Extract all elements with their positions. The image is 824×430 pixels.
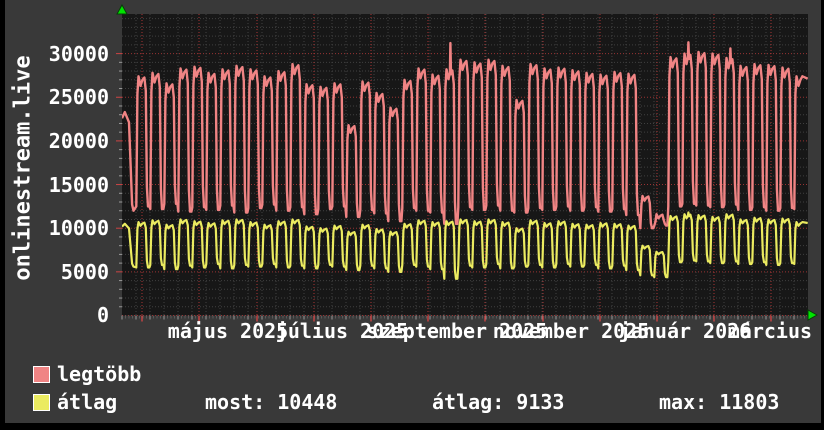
y-tick-label: 5000 (60, 260, 109, 284)
y-tick-label: 25000 (48, 85, 109, 109)
x-tick-label: március 2026 (727, 319, 824, 343)
y-tick-label: 10000 (48, 216, 109, 240)
stat-max: max: 11803 (659, 390, 780, 414)
stat-atlag: átlag: 9133 (432, 390, 565, 414)
y-tick-label: 30000 (48, 42, 109, 66)
y-tick-label: 0 (96, 303, 109, 327)
x-tick-label: május 2025 (167, 319, 289, 343)
vertical-axis-title: onlinestream.live (10, 55, 36, 281)
rrdtool-graph-page: { "axis_title": "onlinestream.live", "co… (0, 0, 824, 430)
y-tick-label: 20000 (48, 129, 109, 153)
legend-swatch-atlag (33, 394, 50, 411)
legend-swatch-legtobb (33, 366, 50, 383)
legend-label-legtobb: legtöbb (57, 362, 142, 386)
y-tick-label: 15000 (48, 173, 109, 197)
stat-most: most: 10448 (205, 390, 338, 414)
legend-label-atlag: átlag (57, 390, 118, 414)
